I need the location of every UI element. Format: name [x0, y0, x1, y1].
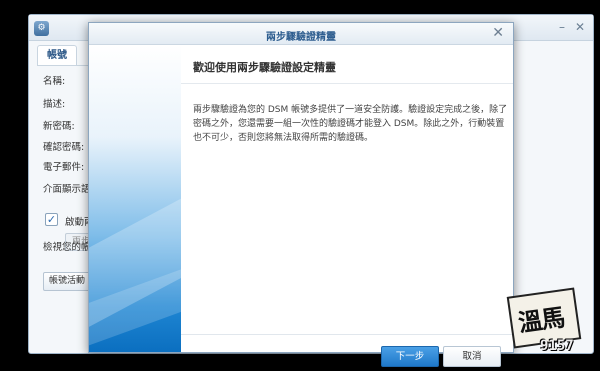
- email-label: 電子郵件:: [43, 162, 85, 173]
- minimize-icon[interactable]: –: [559, 21, 565, 33]
- window-controls: – ✕: [559, 21, 585, 33]
- cancel-button[interactable]: 取消: [443, 346, 501, 367]
- wizard-titlebar[interactable]: 兩步驟驗證精靈 ✕: [89, 23, 513, 45]
- heading-divider: [181, 83, 513, 84]
- watermark-text: 溫馬: [516, 302, 567, 338]
- next-button[interactable]: 下一步: [381, 346, 439, 367]
- new-password-label: 新密碼:: [43, 121, 75, 132]
- confirm-password-label: 確認密碼:: [43, 142, 85, 153]
- footer-divider: [181, 334, 513, 335]
- wizard-side-banner: [89, 45, 181, 352]
- wizard-content: 歡迎使用兩步驟驗證設定精靈 兩步驟驗證為您的 DSM 帳號多提供了一道安全防護。…: [181, 45, 513, 367]
- enable-two-step-checkbox[interactable]: ✓: [45, 213, 58, 226]
- watermark-number: 9157: [540, 338, 574, 354]
- account-activity-button[interactable]: 帳號活動: [43, 272, 91, 291]
- wizard-description: 兩步驟驗證為您的 DSM 帳號多提供了一道安全防護。驗證設定完成之後，除了密碼之…: [193, 105, 508, 143]
- close-icon[interactable]: ✕: [492, 26, 504, 40]
- wizard-heading: 歡迎使用兩步驟驗證設定精靈: [193, 61, 336, 74]
- watermark-stamp: 溫馬 9157: [506, 287, 590, 366]
- settings-tabs: 帳號: [37, 45, 89, 65]
- two-step-wizard-dialog: 兩步驟驗證精靈 ✕ 歡迎使用兩步驟驗證設定精靈 兩步驟驗證為您的 DSM 帳號多…: [88, 22, 514, 367]
- tab-account[interactable]: 帳號: [37, 45, 77, 65]
- close-icon[interactable]: ✕: [575, 21, 585, 33]
- description-label: 描述:: [43, 99, 66, 110]
- name-label: 名稱:: [43, 76, 66, 87]
- desktop: ⚙ – ✕ 帳號 名稱: 描述: 新密碼: 確認密碼: 電子郵件: 介面顯示語言…: [0, 0, 600, 371]
- user-settings-icon: ⚙: [34, 21, 49, 36]
- wizard-title: 兩步驟驗證精靈: [266, 32, 336, 43]
